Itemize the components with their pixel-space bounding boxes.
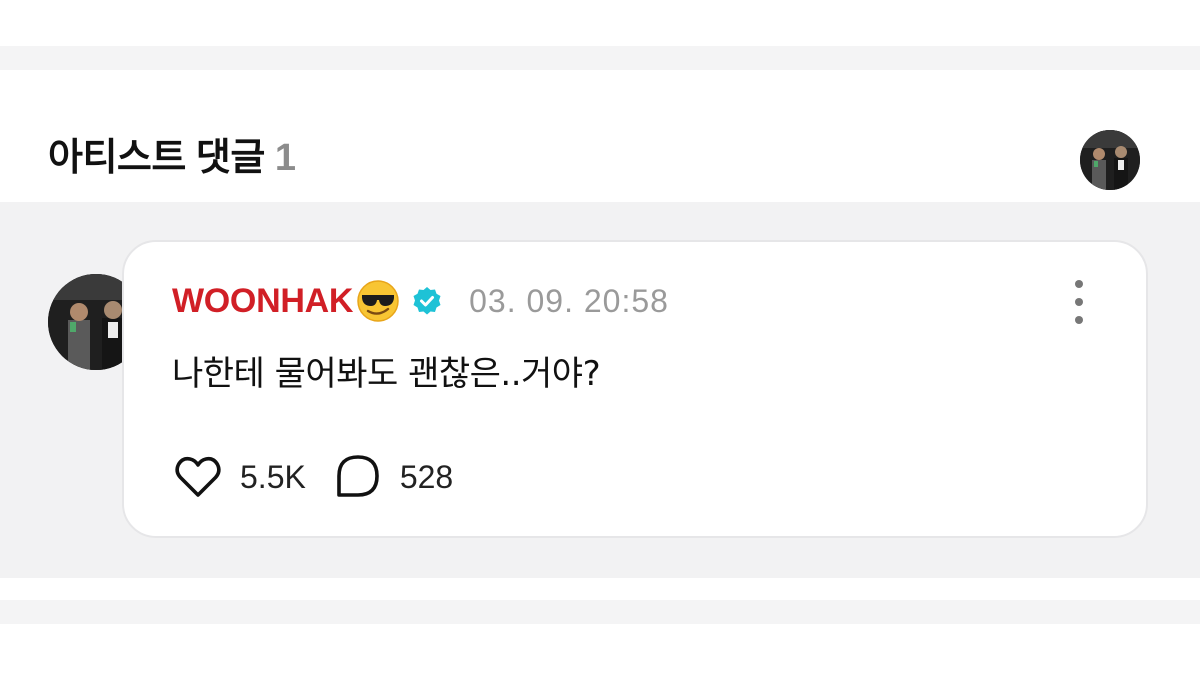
more-options-button[interactable] xyxy=(1064,280,1094,324)
comments-list: WOONHAK 03. 09. 20:58 나한테 물어봐도 괜찮은..거야? … xyxy=(0,202,1200,578)
reply-bubble-icon xyxy=(337,455,379,497)
section-divider-bottom xyxy=(0,600,1200,624)
artist-comments-screen: 아티스트 댓글 1 WOONHAK 03. 09. 20:58 나한테 물어봐도… xyxy=(0,0,1200,675)
section-title: 아티스트 댓글 1 xyxy=(48,136,296,180)
reply-button[interactable]: 528 xyxy=(332,451,453,503)
comment-timestamp: 03. 09. 20:58 xyxy=(469,282,669,319)
sunglasses-emoji-icon xyxy=(357,280,399,322)
comment-card[interactable]: WOONHAK 03. 09. 20:58 나한테 물어봐도 괜찮은..거야? … xyxy=(122,240,1148,538)
comment-actions: 5.5K 528 xyxy=(172,452,453,502)
bottom-spacer xyxy=(0,624,1200,675)
comment-meta: WOONHAK 03. 09. 20:58 xyxy=(172,276,669,326)
verified-badge-icon xyxy=(413,287,441,315)
artist-avatar-image xyxy=(1080,130,1140,190)
like-count: 5.5K xyxy=(240,458,306,495)
more-dot-icon xyxy=(1075,316,1083,324)
heart-icon xyxy=(175,456,221,497)
comment-body: 나한테 물어봐도 괜찮은..거야? xyxy=(172,354,601,394)
like-button[interactable]: 5.5K xyxy=(172,451,306,503)
artist-avatar[interactable] xyxy=(1080,130,1140,190)
comment-count: 1 xyxy=(274,137,296,179)
section-divider-top xyxy=(0,46,1200,70)
reply-count: 528 xyxy=(399,458,454,495)
section-title-text: 아티스트 댓글 xyxy=(48,137,265,179)
artist-comments-header: 아티스트 댓글 1 xyxy=(0,70,1200,202)
top-spacer xyxy=(0,0,1200,46)
author-name[interactable]: WOONHAK xyxy=(172,282,353,321)
more-dot-icon xyxy=(1075,280,1083,288)
more-dot-icon xyxy=(1075,298,1083,306)
